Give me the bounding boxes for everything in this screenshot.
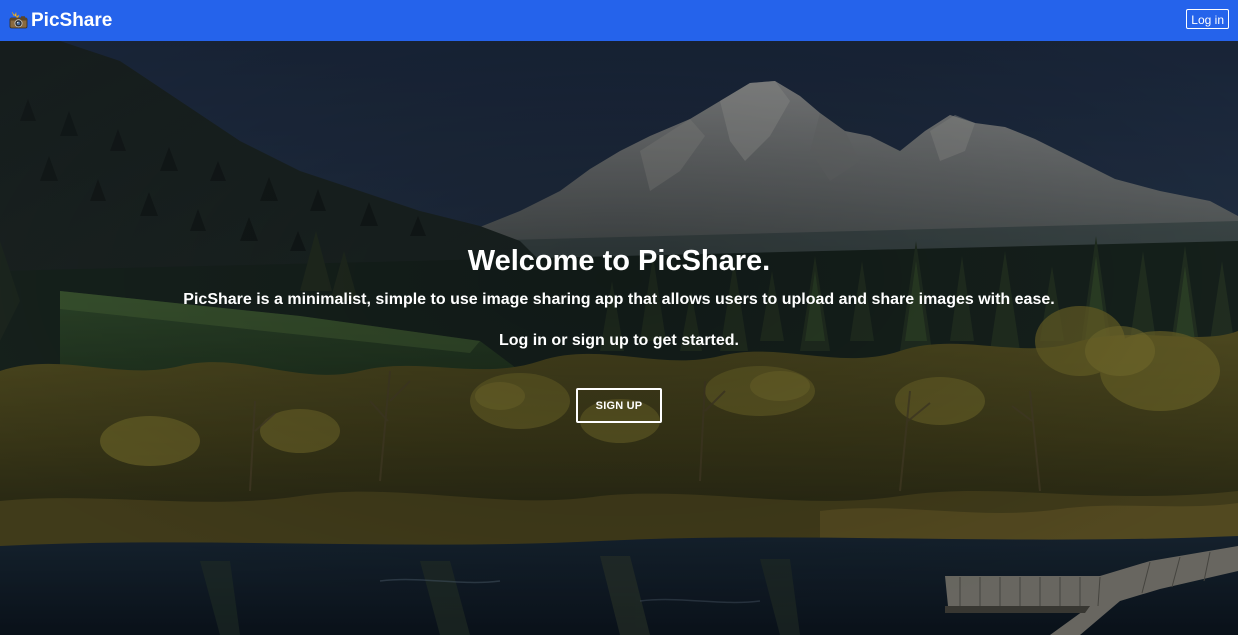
top-navbar: PicShare Log in	[0, 0, 1238, 41]
brand-name: PicShare	[31, 9, 113, 31]
login-button[interactable]: Log in	[1186, 9, 1229, 29]
hero-section: Welcome to PicShare. PicShare is a minim…	[0, 41, 1238, 635]
page: PicShare Log in Welcome to PicShare. Pic…	[0, 0, 1238, 635]
brand-link[interactable]: PicShare	[9, 0, 112, 41]
hero-title: Welcome to PicShare.	[467, 245, 771, 277]
hero-cta-text: Log in or sign up to get started.	[499, 332, 739, 349]
hero-content: Welcome to PicShare. PicShare is a minim…	[0, 41, 1238, 635]
hero-description: PicShare is a minimalist, simple to use …	[183, 291, 1055, 308]
camera-flash-icon	[9, 11, 28, 30]
signup-button[interactable]: SIGN UP	[576, 388, 662, 423]
